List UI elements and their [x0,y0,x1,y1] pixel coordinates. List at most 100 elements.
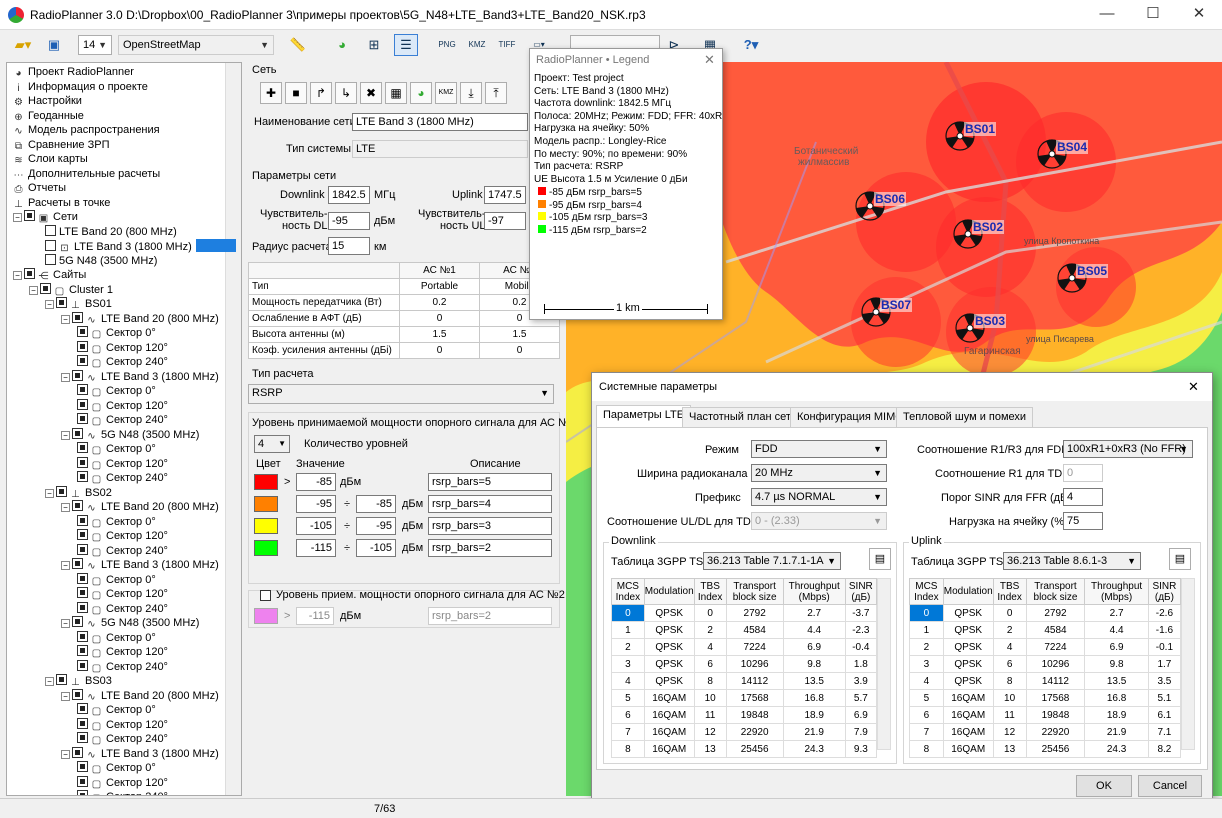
tree-item[interactable]: ▢ Сектор 120° [77,340,168,355]
tree-checkbox[interactable] [77,442,88,453]
ruler-icon[interactable]: 📏 [286,34,310,56]
sens-ul-input[interactable]: -97 [484,212,526,230]
level-desc-input[interactable]: rsrp_bars=4 [428,495,552,513]
legend-window[interactable]: RadioPlanner • Legend ✕ Проект: Test pro… [529,48,723,320]
tree-item-point-calcs[interactable]: ⊥ Расчеты в точке [13,196,110,210]
tree-checkbox[interactable] [72,616,83,627]
tree-checkbox[interactable] [77,775,88,787]
tree-checkbox[interactable] [24,268,35,279]
downlink-input[interactable]: 1842.5 [328,186,370,204]
level-value-input[interactable]: -85 [296,473,336,491]
map-source-select[interactable]: OpenStreetMap ▼ [118,35,274,55]
tree-item[interactable]: 5G N48 (3500 MHz) [45,253,157,268]
export-png-icon[interactable]: PNG [436,34,458,56]
tree-checkbox[interactable] [77,413,88,424]
expander-icon[interactable]: − [61,749,70,759]
tree-checkbox[interactable] [77,529,88,540]
ul-table-select[interactable]: 36.213 Table 8.6.1-3 ▼ [1003,552,1141,570]
level-desc-input[interactable]: rsrp_bars=5 [428,473,552,491]
mode-select[interactable]: FDD ▼ [751,440,887,458]
bandwidth-select[interactable]: 20 MHz ▼ [751,464,887,482]
coverage-icon[interactable]: ◕ [410,82,432,104]
tree-item[interactable]: ▢ Сектор 120° [77,456,168,471]
tree-item[interactable]: − ⊥ BS02 [45,485,112,500]
tree-checkbox[interactable] [77,514,88,526]
tree-checkbox[interactable] [45,253,56,265]
network-name-input[interactable]: LTE Band 3 (1800 MHz) [352,113,528,131]
add-layer-icon[interactable]: ⊞ [362,34,386,56]
minimize-button[interactable]: — [1084,0,1130,30]
level-to-input[interactable]: -105 [356,539,396,557]
level-desc-input[interactable]: rsrp_bars=3 [428,517,552,535]
level-color-swatch[interactable] [254,518,278,534]
tree-item[interactable]: − ▢ Cluster 1 [29,282,113,297]
close-button[interactable]: ✕ [1176,0,1222,30]
dl-table-icon[interactable]: ▤ [869,548,891,570]
expander-icon[interactable]: − [61,619,70,628]
tree-item-settings[interactable]: ⚙ Настройки [13,94,82,108]
tree-checkbox[interactable] [77,732,88,743]
expander-icon[interactable]: − [13,213,22,222]
base-station-label[interactable]: BS02 [972,220,1005,234]
tree-item[interactable]: − ∿ 5G N48 (3500 MHz) [61,616,199,630]
tree-item[interactable]: − ∿ LTE Band 20 (800 MHz) [61,311,219,326]
tree-checkbox[interactable] [72,558,83,569]
tree-item[interactable]: ▢ Сектор 120° [77,717,168,732]
tree-item[interactable]: ▢ Сектор 240° [77,413,168,427]
tree-item[interactable]: ▢ Сектор 120° [77,645,168,659]
tree-checkbox[interactable] [72,369,83,381]
level2-desc[interactable]: rsrp_bars=2 [428,607,552,625]
table-row[interactable]: 0 QPSK 0 2792 2.7 -3.7 [611,604,878,622]
ok-button[interactable]: OK [1076,775,1132,797]
save-icon[interactable]: ▣ [42,34,66,56]
tree-item[interactable]: ▢ Сектор 120° [77,529,168,543]
tree-item[interactable]: ▢ Сектор 0° [77,514,156,529]
tree-item-map-layers[interactable]: ≋ Слои карты [13,152,88,166]
move-down-icon[interactable]: ↳ [335,82,357,104]
export-kmz-icon[interactable]: KMZ [466,34,488,56]
zoom-select[interactable]: 14 ▼ [78,35,112,55]
expander-icon[interactable]: − [61,372,70,382]
tree-item[interactable]: ▢ Сектор 0° [77,572,156,587]
tree-checkbox[interactable] [77,572,88,584]
table-row[interactable]: 2 QPSK 4 7224 6.9 -0.1 [909,638,1182,656]
tree-item[interactable]: − ⊥ BS01 [45,297,112,311]
table-row[interactable]: 5 16QAM 10 17568 16.8 5.7 [611,689,878,707]
table-row[interactable]: 1 QPSK 2 4584 4.4 -2.3 [611,621,878,639]
table-row[interactable]: 6 16QAM 11 19848 18.9 6.9 [611,706,878,724]
ul-table-scrollbar[interactable] [1181,578,1195,750]
kmz-icon[interactable]: KMZ [435,82,457,104]
expander-icon[interactable]: − [45,488,54,498]
expander-icon[interactable]: − [45,677,54,686]
tree-item-reports[interactable]: ⎙ Отчеты [13,181,67,195]
expander-icon[interactable]: − [61,430,70,440]
level-color-swatch[interactable] [254,496,278,512]
level-color-swatch[interactable] [254,474,278,490]
level2-checkbox[interactable] [260,590,271,601]
tree-checkbox[interactable] [24,210,35,221]
tab-frequency-plan[interactable]: Частотный план сети [682,407,805,427]
tree-item-extra-calcs[interactable]: ⋯ Дополнительные расчеты [13,167,161,181]
system-type-select[interactable]: LTE [352,140,528,158]
level-value-input[interactable]: -115 [296,539,336,557]
tree-checkbox[interactable] [77,645,88,656]
table-row[interactable]: 5 16QAM 10 17568 16.8 5.1 [909,689,1182,707]
tree-item[interactable]: ▢ Сектор 240° [77,543,168,558]
tree-checkbox[interactable] [72,688,83,700]
dl-table-scrollbar[interactable] [877,578,891,750]
open-folder-icon[interactable]: ▰▾ [8,34,38,56]
table-row[interactable]: 1 QPSK 2 4584 4.4 -1.6 [909,621,1182,639]
tree-checkbox[interactable] [40,282,51,294]
tree-item[interactable]: − ⋲ Сайты [13,268,86,282]
tree-item[interactable]: − ∿ LTE Band 20 (800 MHz) [61,500,219,514]
level-to-input[interactable]: -85 [356,495,396,513]
tree-checkbox[interactable] [77,703,88,714]
tree-item-networks[interactable]: − ▣ Сети [13,210,78,224]
tree-item[interactable]: ▢ Сектор 240° [77,355,168,369]
tree-item[interactable]: LTE Band 20 (800 MHz) [45,224,177,239]
tree-item[interactable]: ▢ Сектор 0° [77,326,156,340]
tree-checkbox[interactable] [72,746,83,758]
base-station-label[interactable]: BS01 [964,122,997,136]
table-row[interactable]: 4 QPSK 8 14112 13.5 3.9 [611,672,878,690]
legend-toggle-icon[interactable]: ☰ [394,34,418,56]
